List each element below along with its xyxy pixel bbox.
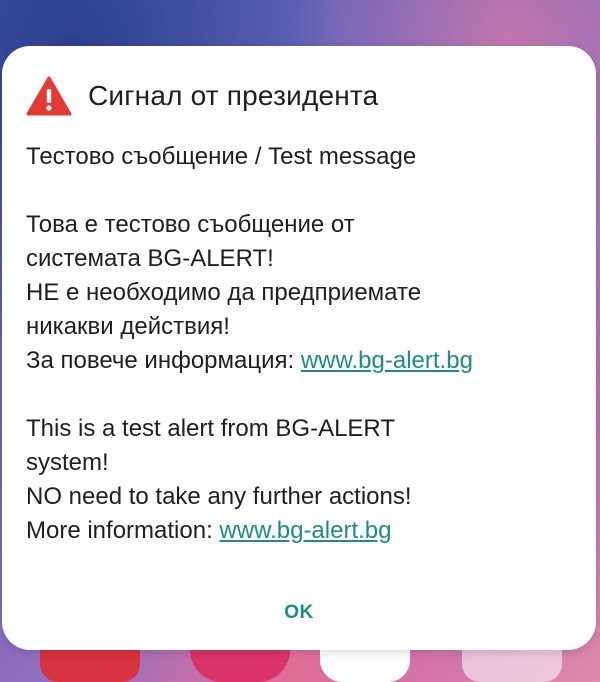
play-store-icon[interactable] bbox=[320, 650, 410, 682]
dialog-message: Тестово съобщение / Test message Това е … bbox=[26, 140, 572, 548]
en-more-label: More information: bbox=[26, 517, 220, 544]
en-line: system! bbox=[26, 449, 109, 476]
warning-icon bbox=[26, 76, 72, 116]
phone-icon[interactable] bbox=[40, 650, 140, 682]
apps-folder-icon[interactable] bbox=[462, 650, 562, 682]
bg-line: никакви действия! bbox=[26, 313, 230, 340]
alert-dialog: Сигнал от президента Тестово съобщение /… bbox=[2, 46, 596, 650]
message-subject: Тестово съобщение / Test message bbox=[26, 143, 417, 170]
message-bulgarian: Това е тестово съобщение от системата BG… bbox=[26, 208, 572, 378]
en-line: NO need to take any further actions! bbox=[26, 483, 412, 510]
flower-icon[interactable] bbox=[190, 650, 290, 682]
bg-alert-link[interactable]: www.bg-alert.bg bbox=[301, 347, 473, 374]
ok-button[interactable]: OK bbox=[2, 602, 596, 624]
dialog-header: Сигнал от президента bbox=[26, 74, 572, 118]
bg-more-label: За повече информация: bbox=[26, 347, 301, 374]
dialog-title: Сигнал от президента bbox=[88, 80, 379, 111]
message-english: This is a test alert from BG-ALERT syste… bbox=[26, 412, 572, 548]
home-dock bbox=[0, 650, 600, 682]
en-line: This is a test alert from BG-ALERT bbox=[26, 415, 395, 442]
bg-line: НЕ е необходимо да предприемате bbox=[26, 279, 422, 306]
bg-line: системата BG-ALERT! bbox=[26, 245, 274, 272]
en-alert-link[interactable]: www.bg-alert.bg bbox=[219, 517, 391, 544]
bg-line: Това е тестово съобщение от bbox=[26, 211, 355, 238]
